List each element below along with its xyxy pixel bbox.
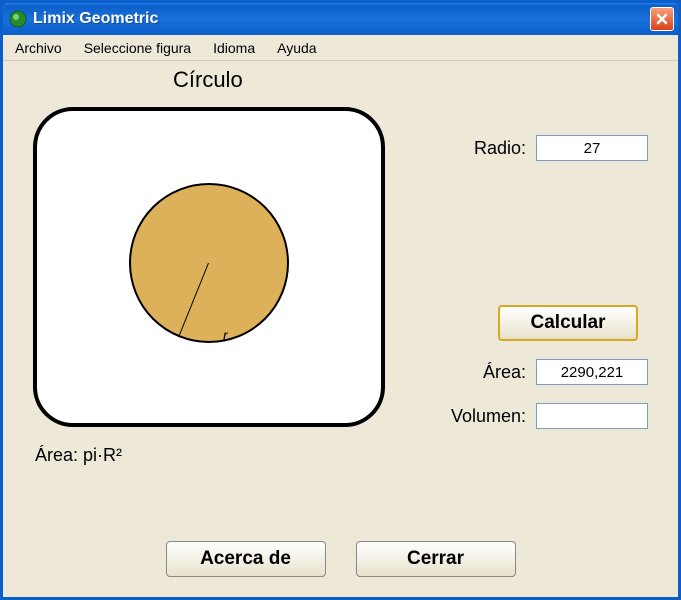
radio-row: Radio:: [456, 135, 648, 161]
volume-label: Volumen:: [440, 406, 526, 427]
bottom-button-row: Acerca de Cerrar: [3, 541, 678, 577]
close-button[interactable]: Cerrar: [356, 541, 516, 577]
area-label: Área:: [456, 362, 526, 383]
app-icon: [9, 10, 27, 28]
close-icon: [655, 12, 669, 26]
window-title: Limix Geometric: [33, 10, 650, 28]
calculate-button[interactable]: Calcular: [498, 305, 638, 341]
app-window: Limix Geometric Archivo Seleccione figur…: [0, 0, 681, 600]
shape-title: Círculo: [173, 67, 243, 93]
area-output[interactable]: [536, 359, 648, 385]
shape-canvas: r: [33, 107, 385, 427]
window-close-button[interactable]: [650, 7, 674, 31]
menu-help[interactable]: Ayuda: [273, 38, 320, 58]
about-button[interactable]: Acerca de: [166, 541, 326, 577]
radio-input[interactable]: [536, 135, 648, 161]
radius-letter: r: [223, 327, 228, 343]
area-row: Área:: [456, 359, 648, 385]
content-area: Círculo r Área: pi·R² Radio: Calcular Ár…: [3, 61, 678, 597]
volume-row: Volumen:: [440, 403, 648, 429]
menu-file[interactable]: Archivo: [11, 38, 66, 58]
volume-output[interactable]: [536, 403, 648, 429]
radio-label: Radio:: [456, 138, 526, 159]
menu-bar: Archivo Seleccione figura Idioma Ayuda: [3, 35, 678, 61]
title-bar: Limix Geometric: [3, 3, 678, 35]
area-formula: Área: pi·R²: [35, 445, 122, 466]
menu-language[interactable]: Idioma: [209, 38, 259, 58]
menu-select-shape[interactable]: Seleccione figura: [80, 38, 195, 58]
